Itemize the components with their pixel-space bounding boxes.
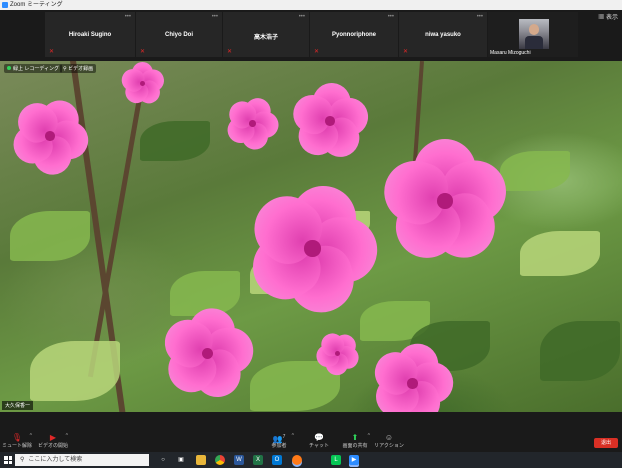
active-speaker-video: 緑上 レコーディング ⚲ ビデオ録画 大久保香一 [0,61,622,412]
muted-mic-icon: ✕ [140,49,146,55]
taskbar-search-box[interactable]: ⚲ ここに入力して検索 [15,454,149,466]
participant-name: niwa yasuko [425,32,461,38]
firefox-icon[interactable] [292,455,302,465]
reactions-label: リアクション [374,443,404,449]
more-options-icon[interactable]: ••• [125,14,131,20]
participant-strip: ••• Hiroaki Sugino ✕ ••• Chiyo Doi ✕ •••… [0,10,622,61]
participant-name: Masaru Mizoguchi [490,50,531,56]
status-badge-label: 緑上 レコーディング [13,66,60,72]
participant-name: Hiroaki Sugino [68,32,112,38]
leave-meeting-button[interactable]: 退出 [594,438,618,448]
recording-badge-label: ビデオ録画 [68,66,94,72]
muted-mic-icon: ✕ [227,49,233,55]
participant-tile[interactable]: ••• 高木浩子 ✕ [223,12,309,57]
participants-count: 7 [282,434,286,440]
participants-label: 参加者 [271,443,287,449]
chevron-up-icon[interactable]: ^ [66,433,68,439]
line-icon[interactable]: L [331,455,341,465]
active-speaker-name: 大久保香一 [2,401,34,410]
view-button-label: 表示 [605,15,618,21]
view-button[interactable]: ▦ 表示 [598,12,618,21]
more-options-icon[interactable]: ••• [212,14,218,20]
participant-tile[interactable]: ••• Pyonnoriphone ✕ [310,12,398,57]
participants-button[interactable]: 👥7 ^ 参加者 [262,433,296,449]
muted-mic-icon: ✕ [49,49,55,55]
zoom-app-icon [2,2,8,8]
muted-mic-icon: ✕ [403,49,409,55]
azalea-flower [287,81,372,164]
more-options-icon[interactable]: ••• [388,14,394,20]
azalea-flower [376,136,514,270]
start-video-label: ビデオの開始 [37,443,68,449]
azalea-flower [313,329,362,376]
title-bar: Zoom ミーティング [0,0,622,10]
avatar-body [525,36,543,49]
leaf [30,341,120,401]
chevron-up-icon[interactable]: ^ [292,433,294,439]
more-options-icon[interactable]: ••• [299,14,305,20]
search-circle-icon[interactable]: ○ [158,455,168,465]
muted-mic-icon: ✕ [314,49,320,55]
chrome-icon[interactable] [215,455,225,465]
start-video-button[interactable]: ▶ ^ ビデオの開始 [36,433,70,449]
participant-tile[interactable]: ••• Chiyo Doi ✕ [136,12,222,57]
leaf [10,211,90,261]
unmute-button[interactable]: 🎙 ^ ミュート解除 [0,433,34,449]
participant-tile-video[interactable]: Masaru Mizoguchi [488,12,578,57]
leaf [520,231,600,276]
chevron-up-icon[interactable]: ^ [368,433,370,439]
share-screen-button[interactable]: ⬆ ^ 画面の共有 [338,433,372,449]
azalea-flower [118,61,167,108]
grid-icon: ▦ [598,15,605,21]
reactions-button[interactable]: ☺ リアクション [372,433,406,449]
unmute-label: ミュート解除 [1,443,32,449]
share-screen-label: 画面の共有 [342,443,368,449]
avatar-face [529,24,539,35]
windows-start-button[interactable] [4,456,12,464]
windows-taskbar: ⚲ ここに入力して検索 ○ ▣ W X O L ▶ [0,452,622,468]
window-title: Zoom ミーティング [10,2,63,8]
leaf [540,321,620,381]
meeting-status-badge[interactable]: 緑上 レコーディング [4,64,63,73]
more-options-icon[interactable]: ••• [477,14,483,20]
participant-tile[interactable]: ••• niwa yasuko ✕ [399,12,487,57]
participant-video-thumbnail [519,19,549,49]
chat-label: チャット [309,443,329,449]
file-explorer-icon[interactable] [196,455,206,465]
reaction-icon: ☺ [384,433,394,442]
leaf [140,121,210,161]
search-icon: ⚲ [20,457,25,463]
task-view-icon[interactable]: ▣ [176,455,186,465]
outlook-icon[interactable]: O [272,455,282,465]
azalea-flower [367,338,455,412]
status-dot-icon [7,66,11,70]
excel-icon[interactable]: X [253,455,263,465]
participant-tile[interactable]: ••• Hiroaki Sugino ✕ [45,12,135,57]
azalea-flower [223,93,281,152]
leaf [500,151,570,191]
meeting-toolbar: 🎙 ^ ミュート解除 ▶ ^ ビデオの開始 👥7 ^ 参加者 💬 チャット ⬆ … [0,412,622,452]
chevron-up-icon[interactable]: ^ [30,433,32,439]
participant-name: Pyonnoriphone [332,32,376,38]
chat-button[interactable]: 💬 チャット [302,433,336,449]
word-icon[interactable]: W [234,455,244,465]
participant-name: 高木浩子 [253,35,278,41]
zoom-icon[interactable]: ▶ [349,455,359,465]
chat-icon: 💬 [314,433,324,442]
azalea-flower [156,304,256,405]
recording-badge: ⚲ ビデオ録画 [60,64,97,73]
azalea-flower [240,176,380,320]
azalea-flower [7,93,92,177]
search-placeholder: ここに入力して検索 [28,457,83,463]
participant-name: Chiyo Doi [165,32,193,38]
